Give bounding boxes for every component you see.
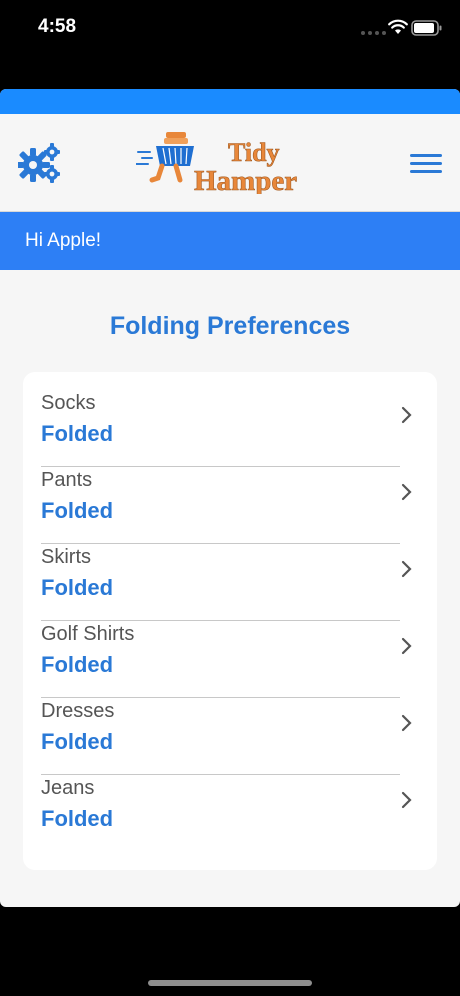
status-bar: 4:58 (0, 0, 460, 60)
app-header: Tidy Hamper (0, 114, 460, 212)
laundry-basket-icon: Tidy Hamper (135, 132, 298, 197)
chevron-right-icon (401, 791, 412, 809)
preference-row-pants[interactable]: Pants Folded (23, 449, 437, 544)
preferences-card: Socks Folded Pants Folded Skirts Folded … (23, 372, 437, 870)
preference-row-dresses[interactable]: Dresses Folded (23, 680, 437, 775)
tidy-hamper-logo: Tidy Hamper (135, 130, 326, 197)
preference-value: Folded (41, 806, 114, 831)
settings-gears-icon[interactable] (18, 143, 62, 183)
preference-value: Folded (41, 421, 114, 446)
battery-icon (411, 20, 442, 36)
status-time: 4:58 (38, 16, 77, 37)
preference-name: Pants (41, 469, 93, 491)
home-indicator[interactable] (148, 980, 312, 986)
preference-row-jeans[interactable]: Jeans Folded (23, 757, 437, 834)
app-container: Tidy Hamper Hi Apple! Folding Preference… (0, 89, 460, 907)
preference-name: Dresses (41, 700, 115, 722)
chevron-right-icon (401, 406, 412, 424)
preference-name: Jeans (41, 777, 95, 799)
greeting-banner: Hi Apple! (0, 212, 460, 270)
top-accent-strip (0, 89, 460, 114)
chevron-right-icon (401, 714, 412, 732)
logo-text-line2: Hamper (194, 165, 297, 194)
preference-name: Skirts (41, 546, 91, 568)
preference-row-socks[interactable]: Socks Folded (23, 372, 437, 467)
logo-text-line1: Tidy (228, 138, 280, 167)
preference-value: Folded (41, 498, 114, 523)
preference-value: Folded (41, 729, 114, 754)
page-title: Folding Preferences (109, 312, 351, 340)
hamburger-menu-icon[interactable] (410, 154, 442, 178)
preference-name: Golf Shirts (41, 623, 135, 645)
chevron-right-icon (401, 483, 412, 501)
chevron-right-icon (401, 637, 412, 655)
preference-row-skirts[interactable]: Skirts Folded (23, 526, 437, 621)
preference-name: Socks (41, 392, 96, 414)
chevron-right-icon (401, 560, 412, 578)
preference-value: Folded (41, 575, 114, 600)
cellular-signal-icon (361, 31, 386, 35)
wifi-icon (388, 19, 408, 34)
preference-value: Folded (41, 652, 114, 677)
preference-row-golf-shirts[interactable]: Golf Shirts Folded (23, 603, 437, 698)
